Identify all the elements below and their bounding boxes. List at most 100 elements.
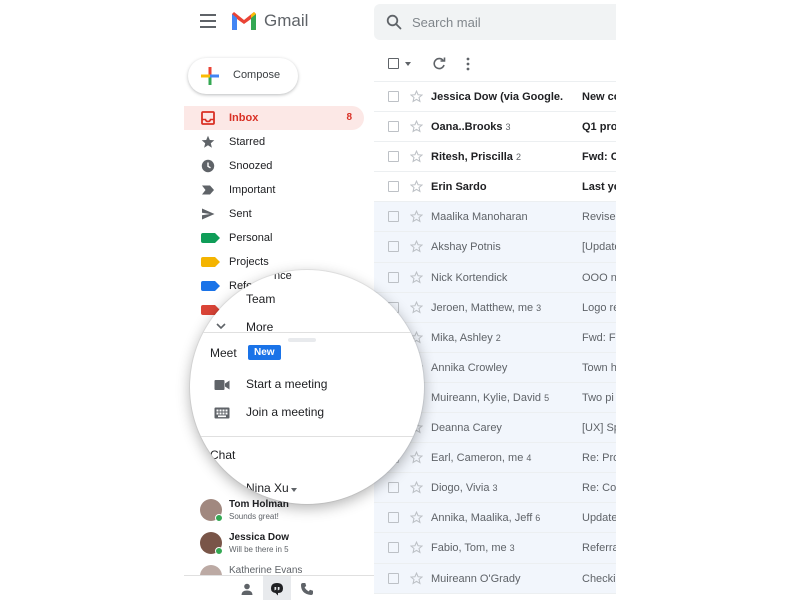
mail-subject: Re: Pro xyxy=(582,452,616,465)
search-input[interactable] xyxy=(412,12,602,32)
sidebar-item-label: Sent xyxy=(229,208,252,220)
row-checkbox[interactable] xyxy=(388,512,399,524)
star-outline-icon[interactable] xyxy=(410,270,423,284)
chat-contact-jessica-dow[interactable]: Jessica Dow Will be there in 5 xyxy=(198,529,368,562)
compose-button[interactable]: Compose xyxy=(188,58,298,94)
row-checkbox[interactable] xyxy=(388,91,399,102)
gmail-logo-icon[interactable] xyxy=(230,10,258,32)
mail-row[interactable]: Akshay Potnis [Update xyxy=(374,232,616,263)
row-checkbox[interactable] xyxy=(388,542,399,554)
mail-row[interactable]: Jeroen, Matthew, me 3 Logo re xyxy=(374,292,616,323)
thread-count: 6 xyxy=(535,513,541,524)
refresh-icon[interactable] xyxy=(432,57,446,71)
mail-sender: Annika Crowley xyxy=(431,362,581,374)
mail-subject: Logo re xyxy=(582,301,616,314)
mail-sender: Erin Sardo xyxy=(431,181,581,193)
mail-row[interactable]: Maalika Manoharan Revised xyxy=(374,202,616,233)
star-outline-icon[interactable] xyxy=(410,571,423,585)
mail-row[interactable]: Fabio, Tom, me 3 Referra xyxy=(374,533,616,564)
new-badge: New xyxy=(248,345,281,360)
mail-row[interactable]: Jessica Dow (via Google. New co xyxy=(374,82,616,113)
select-options-chevron-down-icon[interactable] xyxy=(405,62,411,66)
mail-sender: Jeroen, Matthew, me 3 xyxy=(431,302,581,314)
star-outline-icon[interactable] xyxy=(410,120,423,133)
sidebar-item-starred[interactable]: Starred xyxy=(184,130,364,154)
contact-name: Jessica Dow xyxy=(229,532,290,543)
chat-self-status-menu[interactable]: Nina Xu xyxy=(246,481,289,495)
star-outline-icon[interactable] xyxy=(410,150,423,163)
select-all-checkbox[interactable] xyxy=(388,58,399,69)
mail-row[interactable]: Muireann O'Grady Checkin xyxy=(374,563,616,594)
mail-row[interactable]: Diogo, Vivia3 Re: Cor xyxy=(374,473,616,504)
online-status-dot xyxy=(215,514,223,522)
chevron-down-icon[interactable] xyxy=(291,488,297,492)
resize-handle[interactable] xyxy=(288,338,316,342)
mail-row[interactable]: Annika, Maalika, Jeff 6 Update xyxy=(374,503,616,534)
mail-row[interactable]: Earl, Cameron, me 4 Re: Pro xyxy=(374,443,616,474)
clock-icon xyxy=(201,159,215,173)
sidebar-item-important[interactable]: Important xyxy=(184,178,364,202)
row-checkbox[interactable] xyxy=(388,181,399,193)
hangouts-tab-bar xyxy=(184,575,374,600)
mail-sender: Mika, Ashley 2 xyxy=(431,332,581,344)
thread-count: 3 xyxy=(505,122,511,133)
mail-subject: Revised xyxy=(582,211,616,224)
mail-sender: Fabio, Tom, me 3 xyxy=(431,542,581,554)
row-checkbox[interactable] xyxy=(388,482,399,494)
sidebar-item-snoozed[interactable]: Snoozed xyxy=(184,154,364,178)
search-bar[interactable] xyxy=(374,4,616,40)
mail-sender: Ritesh, Priscilla 2 xyxy=(431,151,581,163)
mail-subject: Re: Cor xyxy=(582,482,616,495)
star-outline-icon[interactable] xyxy=(410,90,423,103)
star-outline-icon[interactable] xyxy=(410,481,423,494)
star-outline-icon[interactable] xyxy=(410,180,423,193)
sidebar-item-team[interactable]: Team xyxy=(246,292,275,306)
unread-count: 8 xyxy=(346,112,352,123)
mail-sender: Jessica Dow (via Google. xyxy=(431,91,581,103)
sidebar-item-inbox[interactable]: Inbox 8 xyxy=(184,106,364,130)
chevron-down-icon[interactable] xyxy=(216,322,226,330)
mail-sender: Muireann O'Grady xyxy=(431,573,581,585)
sidebar-item-personal[interactable]: Personal xyxy=(184,226,364,250)
search-icon[interactable] xyxy=(386,14,402,30)
star-outline-icon[interactable] xyxy=(410,451,423,464)
star-outline-icon[interactable] xyxy=(410,210,423,223)
mail-row[interactable]: Erin Sardo Last ye xyxy=(374,172,616,203)
label-icon xyxy=(201,305,220,315)
thread-count: 2 xyxy=(495,332,501,343)
mail-subject: [UX] Sp xyxy=(582,422,616,435)
more-vert-icon[interactable] xyxy=(465,57,471,71)
main-menu-button[interactable] xyxy=(200,14,216,28)
row-checkbox[interactable] xyxy=(388,271,399,283)
star-outline-icon[interactable] xyxy=(410,300,423,314)
important-icon xyxy=(202,185,214,195)
mail-sender: Annika, Maalika, Jeff 6 xyxy=(431,512,581,524)
chat-tab[interactable] xyxy=(263,576,291,600)
mail-row[interactable]: Ritesh, Priscilla2Fwd: Cl xyxy=(374,142,616,173)
sidebar-item-sent[interactable]: Sent xyxy=(184,202,364,226)
compose-label: Compose xyxy=(233,69,281,81)
mail-sender: Earl, Cameron, me 4 xyxy=(431,452,581,464)
join-meeting-button[interactable]: Join a meeting xyxy=(246,405,324,419)
video-camera-icon xyxy=(214,380,230,390)
star-outline-icon[interactable] xyxy=(410,511,423,524)
mail-subject: Referra xyxy=(582,542,616,555)
sender-name: Diogo, Vivia xyxy=(431,482,490,495)
mail-row[interactable]: Oana..Brooks3Q1 proj xyxy=(374,112,616,143)
sender-name: Akshay Potnis xyxy=(431,241,501,254)
star-outline-icon[interactable] xyxy=(410,240,423,253)
star-outline-icon[interactable] xyxy=(410,541,423,554)
row-checkbox[interactable] xyxy=(388,211,399,223)
row-checkbox[interactable] xyxy=(388,121,399,133)
phone-icon xyxy=(301,583,313,595)
row-checkbox[interactable] xyxy=(388,241,399,253)
row-checkbox[interactable] xyxy=(388,572,399,584)
row-checkbox[interactable] xyxy=(388,151,399,163)
mail-list-pane: Jessica Dow (via Google. New co Oana..Broo… xyxy=(374,44,616,600)
mail-sender: Muireann, Kylie, David 5 xyxy=(431,392,581,404)
call-tab[interactable] xyxy=(293,576,321,600)
thread-count: 3 xyxy=(492,483,498,494)
contacts-tab[interactable] xyxy=(233,576,261,600)
mail-row[interactable]: Nick Kortendick OOO ne xyxy=(374,262,616,293)
start-meeting-button[interactable]: Start a meeting xyxy=(246,377,327,391)
